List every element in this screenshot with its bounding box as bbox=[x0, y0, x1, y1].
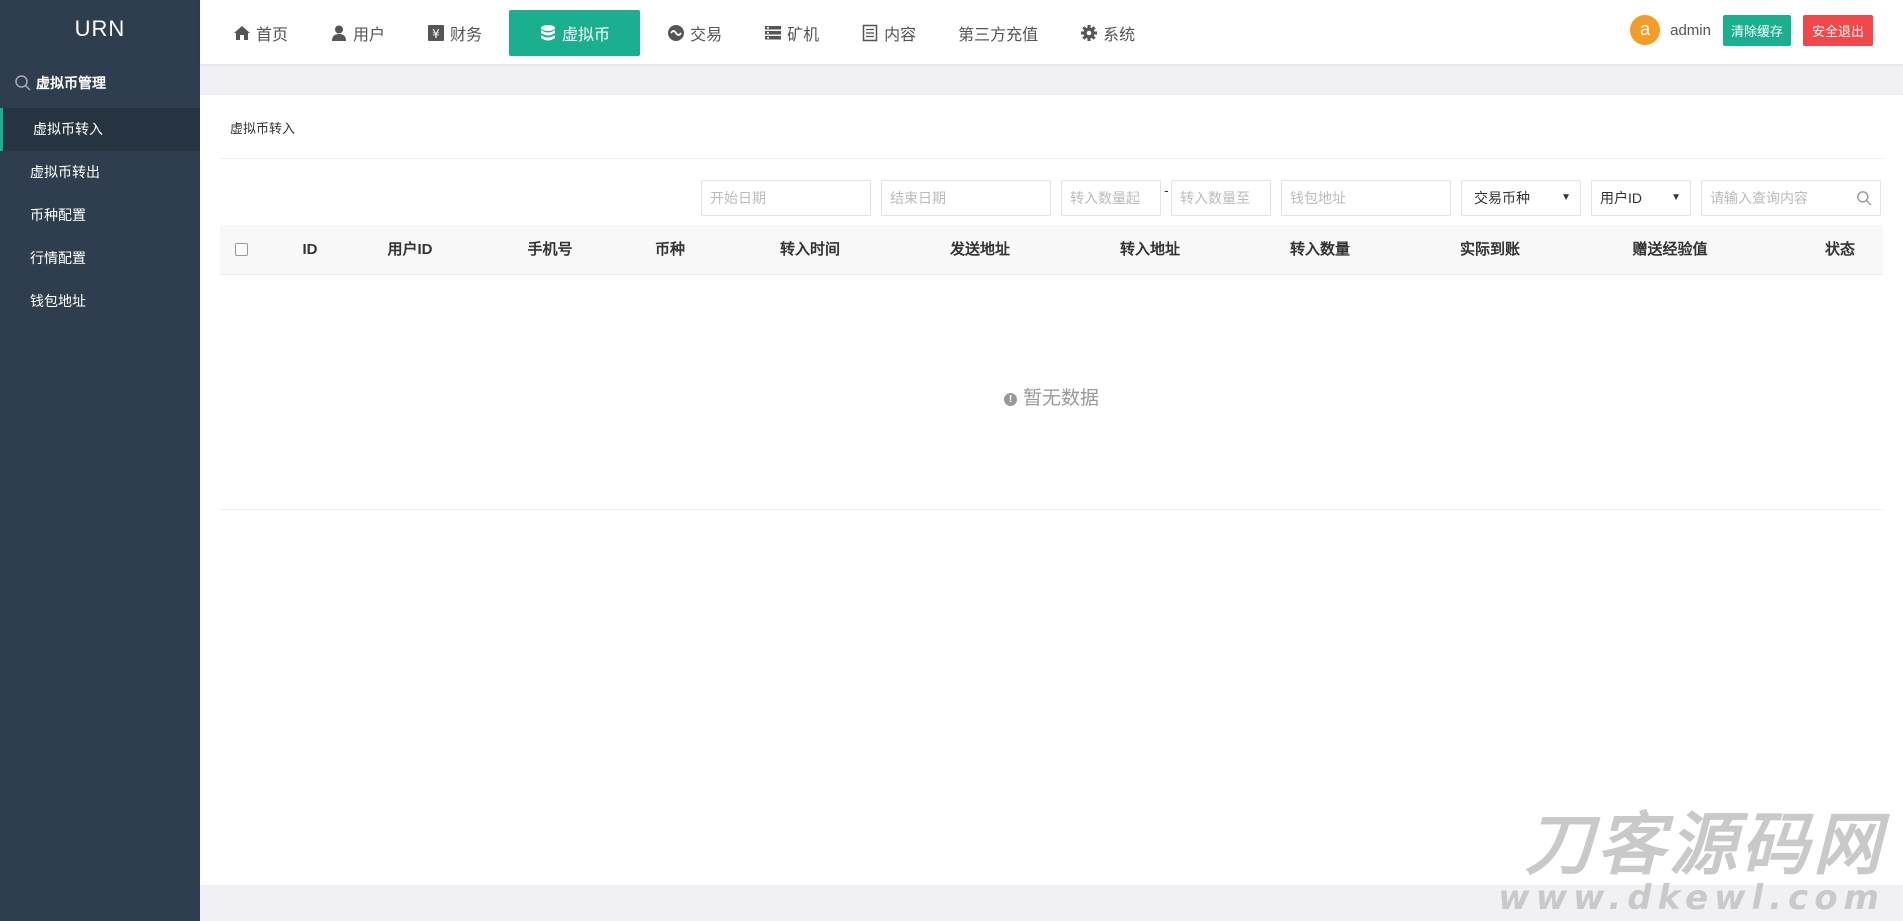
nav-trade-label: 交易 bbox=[690, 21, 722, 45]
logout-button[interactable]: 安全退出 bbox=[1803, 15, 1873, 46]
divider bbox=[220, 158, 1883, 159]
svg-text:¥: ¥ bbox=[432, 27, 440, 41]
nav-finance[interactable]: ¥ 财务 bbox=[412, 10, 497, 56]
nav-system-label: 系统 bbox=[1103, 21, 1135, 45]
watermark-url: www.dkewl.com bbox=[1498, 881, 1885, 915]
column-header-in-address[interactable]: 转入地址 bbox=[1100, 225, 1200, 275]
nav-content-label: 内容 bbox=[884, 21, 916, 45]
nav-home[interactable]: 首页 bbox=[218, 10, 303, 56]
nav-virtual-coin-label: 虚拟币 bbox=[562, 21, 610, 45]
nav-user[interactable]: 用户 bbox=[315, 10, 400, 56]
column-header-in-time[interactable]: 转入时间 bbox=[760, 225, 860, 275]
search-icon bbox=[14, 74, 32, 92]
nav-third-party-recharge[interactable]: 第三方充值 bbox=[943, 10, 1053, 56]
table-header: ID 用户ID 手机号 币种 转入时间 发送地址 转入地址 转入数量 实际到账 … bbox=[220, 225, 1883, 275]
user-area: a admin 清除缓存 安全退出 bbox=[1630, 15, 1873, 45]
info-icon: ! bbox=[1004, 393, 1017, 406]
gear-icon bbox=[1080, 24, 1098, 42]
coin-select-value: 交易币种 bbox=[1474, 190, 1530, 206]
field-select-value: 用户ID bbox=[1600, 190, 1642, 206]
finance-icon: ¥ bbox=[427, 24, 445, 42]
coin-select[interactable]: 交易币种 ▼ bbox=[1461, 180, 1581, 216]
data-table: ID 用户ID 手机号 币种 转入时间 发送地址 转入地址 转入数量 实际到账 … bbox=[220, 225, 1883, 510]
nav-user-label: 用户 bbox=[353, 21, 385, 45]
breadcrumb: 虚拟币转入 bbox=[230, 118, 295, 137]
top-nav: 首页 用户 ¥ 财务 虚拟币 交易 矿机 内容 第三方充值 bbox=[218, 10, 1162, 56]
nav-content[interactable]: 内容 bbox=[846, 10, 931, 56]
sidebar: URN 虚拟币管理 虚拟币转入 虚拟币转出 币种配置 行情配置 钱包地址 bbox=[0, 0, 200, 921]
caret-down-icon: ▼ bbox=[1561, 181, 1571, 215]
table-body: ! 暂无数据 bbox=[220, 275, 1883, 510]
search-icon[interactable] bbox=[1856, 190, 1872, 206]
filter-bar: 开始日期 结束日期 转入数量起 - 转入数量至 钱包地址 交易币种 ▼ 用户ID… bbox=[200, 180, 1903, 216]
column-header-actual-received[interactable]: 实际到账 bbox=[1440, 225, 1540, 275]
home-icon bbox=[233, 24, 251, 42]
sidebar-item-coin-config[interactable]: 币种配置 bbox=[0, 194, 200, 237]
empty-state: ! 暂无数据 bbox=[220, 383, 1883, 410]
caret-down-icon: ▼ bbox=[1671, 181, 1681, 215]
sidebar-group-header[interactable]: 虚拟币管理 bbox=[0, 58, 200, 108]
select-all-checkbox[interactable] bbox=[235, 243, 248, 256]
sidebar-item-coin-in[interactable]: 虚拟币转入 bbox=[0, 108, 200, 151]
clear-cache-button[interactable]: 清除缓存 bbox=[1723, 15, 1791, 46]
nav-virtual-coin[interactable]: 虚拟币 bbox=[509, 10, 640, 56]
query-input[interactable]: 请输入查询内容 bbox=[1701, 180, 1881, 216]
column-header-phone[interactable]: 手机号 bbox=[510, 225, 590, 275]
username[interactable]: admin bbox=[1670, 22, 1711, 39]
sidebar-item-coin-out[interactable]: 虚拟币转出 bbox=[0, 151, 200, 194]
column-header-coin[interactable]: 币种 bbox=[640, 225, 700, 275]
column-header-status[interactable]: 状态 bbox=[1810, 225, 1870, 275]
end-date-input[interactable]: 结束日期 bbox=[881, 180, 1051, 216]
wallet-address-input[interactable]: 钱包地址 bbox=[1281, 180, 1451, 216]
field-select[interactable]: 用户ID ▼ bbox=[1591, 180, 1691, 216]
column-header-bonus-exp[interactable]: 赠送经验值 bbox=[1615, 225, 1725, 275]
user-icon bbox=[330, 24, 348, 42]
nav-finance-label: 财务 bbox=[450, 21, 482, 45]
nav-miner-label: 矿机 bbox=[787, 21, 819, 45]
database-icon bbox=[539, 24, 557, 42]
column-header-send-address[interactable]: 发送地址 bbox=[930, 225, 1030, 275]
amount-to-input[interactable]: 转入数量至 bbox=[1171, 180, 1271, 216]
top-bar: 首页 用户 ¥ 财务 虚拟币 交易 矿机 内容 第三方充值 bbox=[200, 0, 1903, 64]
start-date-input[interactable]: 开始日期 bbox=[701, 180, 871, 216]
nav-trade[interactable]: 交易 bbox=[652, 10, 737, 56]
avatar[interactable]: a bbox=[1630, 15, 1660, 45]
exchange-icon bbox=[667, 24, 685, 42]
query-placeholder: 请输入查询内容 bbox=[1710, 190, 1808, 206]
nav-home-label: 首页 bbox=[256, 21, 288, 45]
app-logo[interactable]: URN bbox=[0, 0, 200, 58]
column-header-in-amount[interactable]: 转入数量 bbox=[1270, 225, 1370, 275]
sidebar-item-market-config[interactable]: 行情配置 bbox=[0, 237, 200, 280]
amount-from-input[interactable]: 转入数量起 bbox=[1061, 180, 1161, 216]
nav-system[interactable]: 系统 bbox=[1065, 10, 1150, 56]
main-content: 虚拟币转入 开始日期 结束日期 转入数量起 - 转入数量至 钱包地址 交易币种 … bbox=[200, 95, 1903, 885]
server-icon bbox=[764, 24, 782, 42]
nav-miner[interactable]: 矿机 bbox=[749, 10, 834, 56]
range-dash: - bbox=[1164, 182, 1169, 198]
document-icon bbox=[861, 24, 879, 42]
nav-third-party-recharge-label: 第三方充值 bbox=[958, 21, 1038, 45]
sidebar-group-label: 虚拟币管理 bbox=[36, 73, 106, 93]
empty-text: 暂无数据 bbox=[1023, 388, 1099, 409]
column-header-user-id[interactable]: 用户ID bbox=[370, 225, 450, 275]
watermark-title: 刀客源码网 bbox=[1498, 811, 1885, 881]
watermark: 刀客源码网 www.dkewl.com bbox=[1498, 811, 1885, 915]
column-header-id[interactable]: ID bbox=[280, 225, 340, 275]
sidebar-item-wallet-address[interactable]: 钱包地址 bbox=[0, 280, 200, 323]
